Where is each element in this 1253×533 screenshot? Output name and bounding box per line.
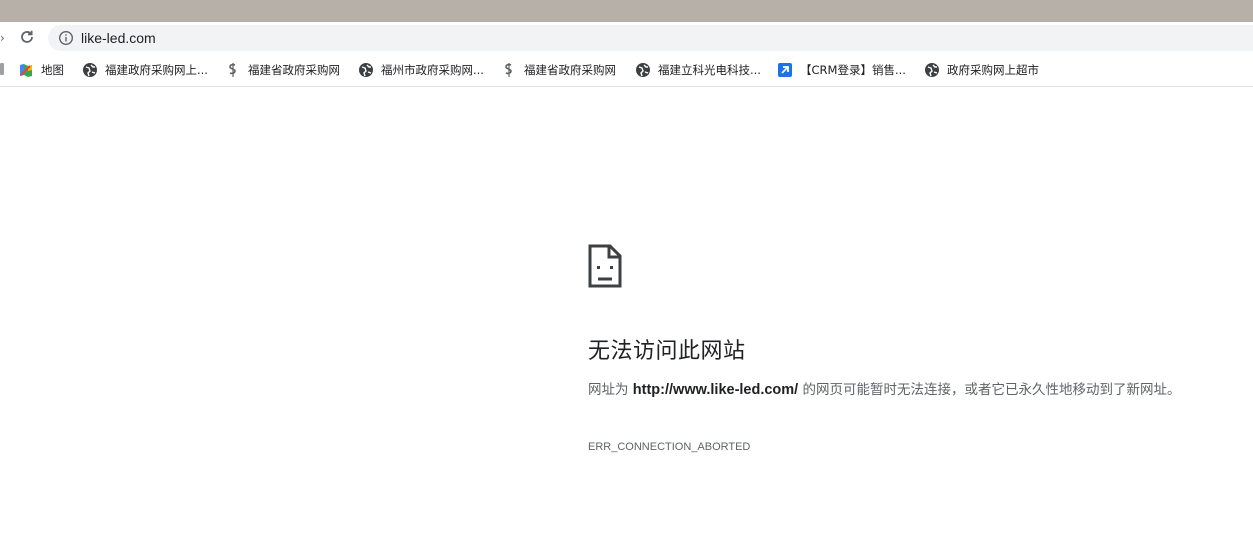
- reload-icon: [21, 30, 33, 43]
- bookmark-7[interactable]: 【CRM登录】销售...: [777, 61, 906, 79]
- sad-page-icon: [588, 244, 622, 288]
- bookmark-5[interactable]: 福建省政府采购网: [501, 61, 616, 79]
- dollar-icon: [501, 62, 517, 78]
- window-top-strip: [0, 0, 1253, 22]
- globe-icon: [82, 62, 98, 78]
- error-title: 无法访问此网站: [588, 339, 746, 364]
- bookmark-6[interactable]: 福建立科光电科技...: [635, 61, 761, 79]
- arrow-app-icon: [777, 62, 793, 78]
- page-content: [0, 87, 1253, 533]
- bookmark-3[interactable]: 福建省政府采购网: [225, 61, 340, 79]
- error-description: 网址为 http://www.like-led.com/ 的网页可能暂时无法连接…: [588, 382, 1181, 398]
- globe-icon: [924, 62, 940, 78]
- globe-icon: [358, 62, 374, 78]
- maps-icon: [18, 62, 34, 78]
- dollar-icon: [225, 62, 241, 78]
- bookmarks-bar: 地图 福建政府采购网上... 福建省政府采购网 福州市政府采购网... 福建省政…: [0, 54, 1253, 87]
- globe-icon: [635, 62, 651, 78]
- reload-button[interactable]: [17, 27, 37, 47]
- error-code: ERR_CONNECTION_ABORTED: [588, 441, 751, 453]
- site-info-icon[interactable]: [58, 30, 74, 46]
- bookmark-8[interactable]: 政府采购网上超市: [924, 61, 1039, 79]
- url-text[interactable]: like-led.com: [81, 25, 156, 51]
- address-bar[interactable]: like-led.com: [48, 25, 1253, 51]
- bookmark-4[interactable]: 福州市政府采购网...: [358, 61, 484, 79]
- bookmark-2[interactable]: 福建政府采购网上...: [82, 61, 208, 79]
- error-url: http://www.like-led.com/: [632, 382, 799, 398]
- bookmark-maps[interactable]: 地图: [18, 61, 64, 79]
- forward-button-edge[interactable]: ›: [0, 32, 5, 44]
- apps-icon[interactable]: [0, 63, 4, 75]
- browser-toolbar: › like-led.com: [0, 22, 1253, 54]
